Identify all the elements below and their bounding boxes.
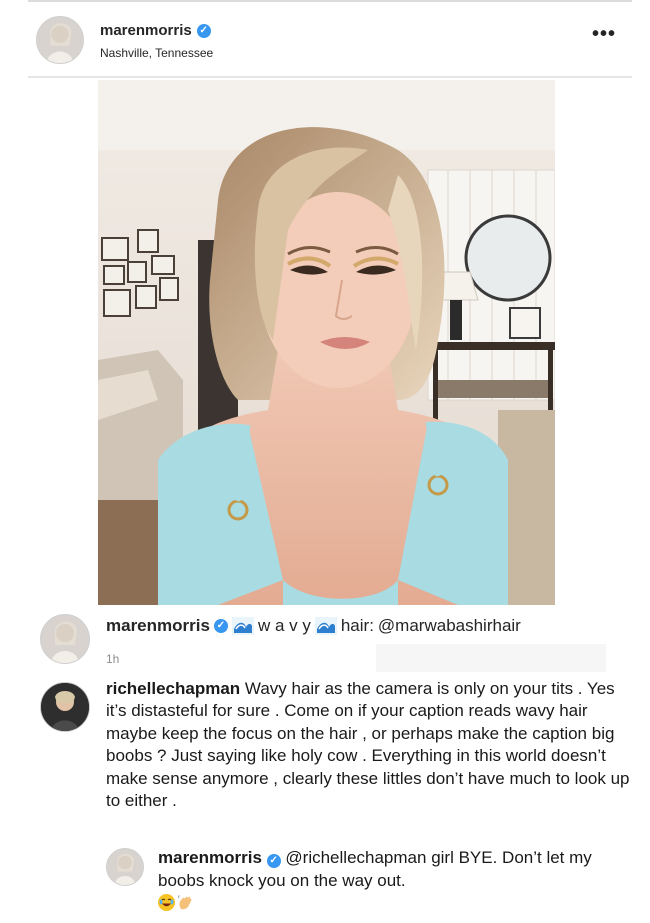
reply-body: marenmorris ✓ @richellechapman girl BYE.… (158, 846, 618, 892)
water-wave-emoji-icon (314, 617, 337, 635)
caption-text-b: hair: (340, 616, 374, 635)
redaction-bar (376, 644, 606, 672)
water-wave-emoji-icon (231, 617, 254, 635)
post-location[interactable]: Nashville, Tennessee (100, 46, 213, 60)
verified-badge-icon: ✓ (266, 854, 281, 868)
caption-username[interactable]: marenmorris (106, 616, 210, 636)
more-options-button[interactable]: ••• (592, 24, 616, 44)
commenter-username[interactable]: richellechapman (106, 679, 240, 698)
commenter-avatar[interactable] (40, 682, 90, 732)
reply-avatar[interactable] (106, 848, 144, 886)
post-header: marenmorris ✓ Nashville, Tennessee ••• (28, 6, 632, 76)
user-avatar[interactable] (36, 16, 84, 64)
post-caption: marenmorris ✓ w a v y hair: @marwabashir… (40, 612, 630, 672)
reply-mention[interactable]: @richellechapman (285, 848, 426, 867)
verified-badge-icon: ✓ (196, 23, 211, 38)
waving-hand-emoji-icon (177, 894, 194, 911)
caption-avatar[interactable] (40, 614, 90, 664)
caption-text-line: marenmorris ✓ w a v y hair: @marwabashir… (106, 616, 521, 636)
top-divider (28, 0, 632, 2)
verified-badge-icon: ✓ (213, 619, 228, 633)
caption-text-a: w a v y (257, 616, 311, 635)
caption-timestamp: 1h (106, 652, 120, 666)
post-username-text[interactable]: marenmorris (100, 22, 192, 39)
comment-text: Wavy hair as the camera is only on your … (106, 679, 630, 811)
reply-emoji-row (158, 894, 194, 911)
caption-mention[interactable]: @marwabashirhair (378, 616, 521, 636)
post-username[interactable]: marenmorris ✓ (100, 22, 211, 39)
post-photo[interactable] (98, 80, 555, 605)
comment-body: richellechapman Wavy hair as the camera … (106, 678, 632, 812)
tears-of-joy-emoji-icon (158, 894, 175, 911)
reply-username[interactable]: marenmorris (158, 848, 262, 867)
header-divider (28, 76, 632, 78)
